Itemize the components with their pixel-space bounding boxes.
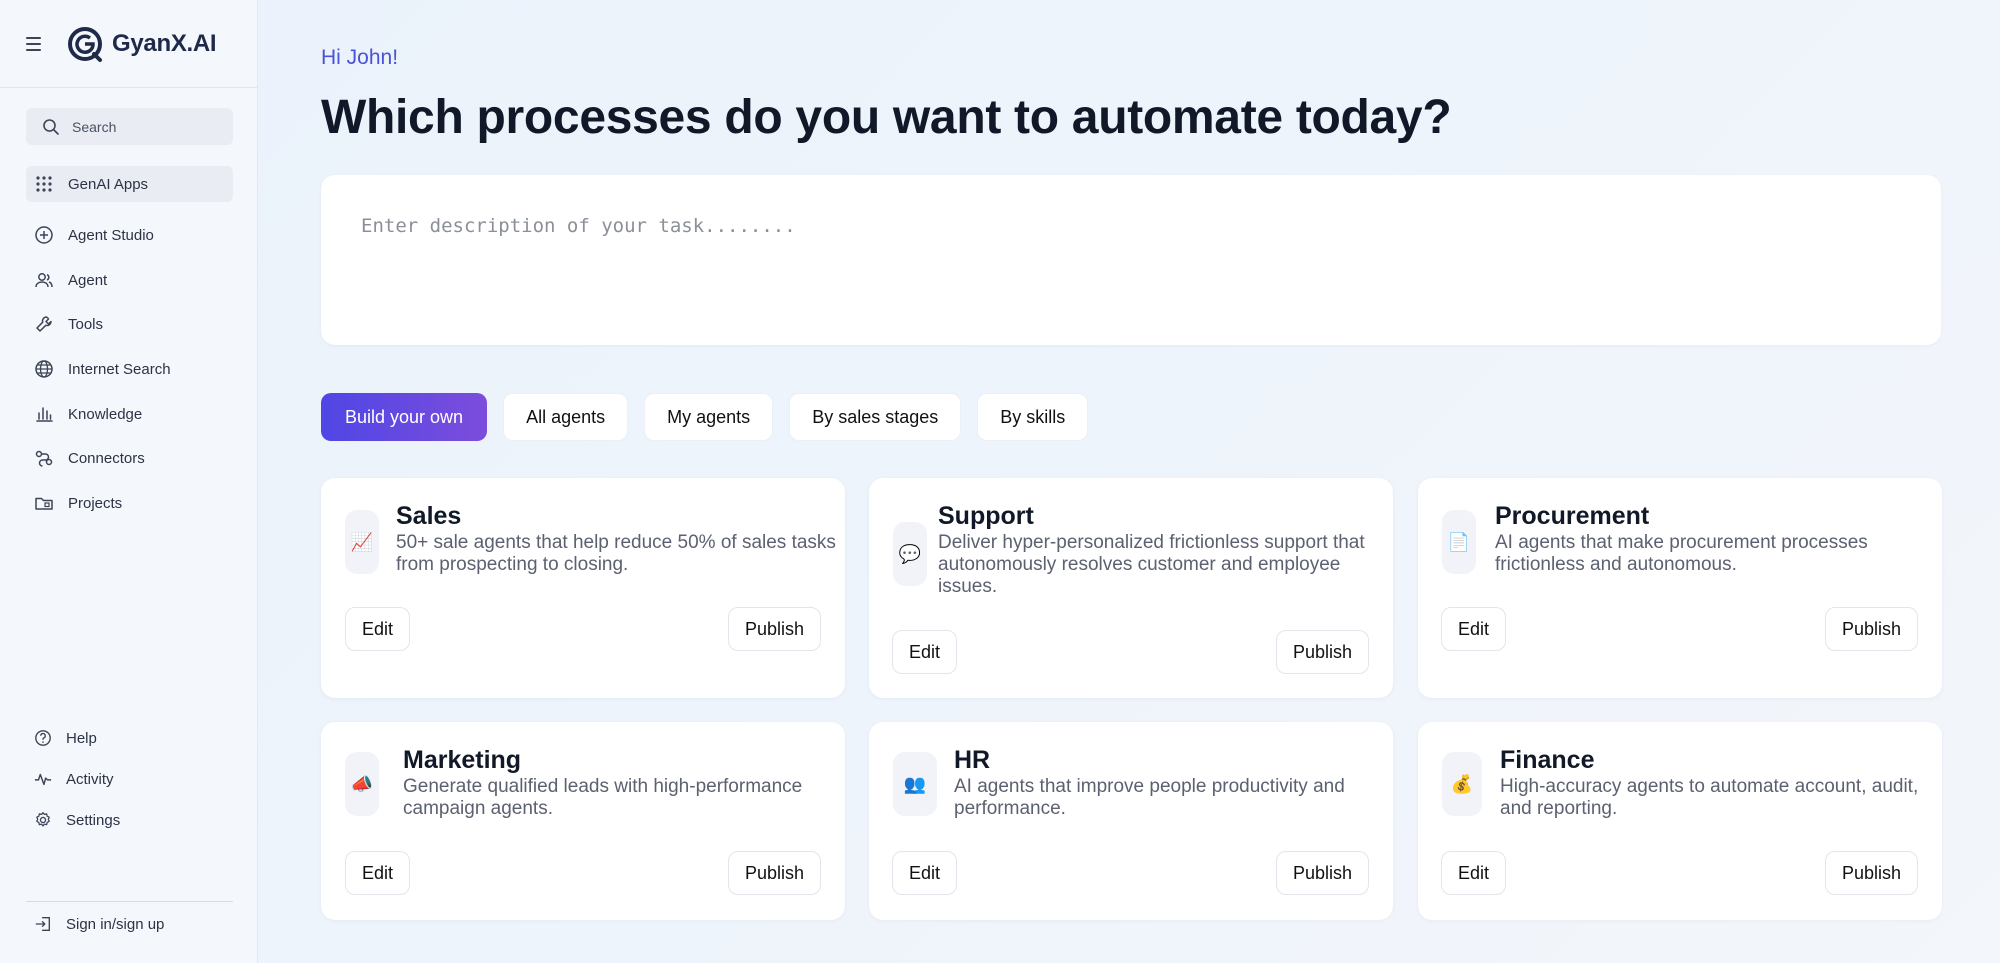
publish-button[interactable]: Publish xyxy=(1275,630,1369,674)
sidebar-header: GyanX.AI xyxy=(0,0,257,88)
search-icon xyxy=(43,118,59,135)
agent-card-hr[interactable]: 👥 HR AI agents that improve people produ… xyxy=(869,722,1393,920)
publish-button[interactable]: Publish xyxy=(1824,607,1918,651)
edit-button[interactable]: Edit xyxy=(345,607,411,651)
filter-my-agents[interactable]: My agents xyxy=(644,393,774,441)
sign-in-button[interactable]: Sign in/sign up xyxy=(26,906,233,942)
hamburger-menu-icon[interactable] xyxy=(26,34,46,54)
sidebar-item-label: Activity xyxy=(66,770,114,788)
filter-by-sales-stages[interactable]: By sales stages xyxy=(789,393,962,441)
filter-by-skills[interactable]: By skills xyxy=(977,393,1089,441)
megaphone-icon: 📣 xyxy=(345,752,379,816)
task-description-input[interactable] xyxy=(321,175,1941,345)
sidebar-item-label: Help xyxy=(66,729,97,747)
sidebar-item-connectors[interactable]: Connectors xyxy=(26,440,233,476)
sidebar-item-label: Connectors xyxy=(68,449,145,467)
agent-card-sales[interactable]: 📈 Sales 50+ sale agents that help reduce… xyxy=(321,478,845,698)
sidebar-item-label: Agent xyxy=(68,271,108,289)
sidebar-item-label: Internet Search xyxy=(68,360,171,378)
filter-all-agents[interactable]: All agents xyxy=(503,393,629,441)
document-icon: 📄 xyxy=(1442,510,1476,574)
sidebar-item-label: GenAI Apps xyxy=(68,175,149,193)
sidebar: GyanX.AI Search GenAI Apps Agent Studio … xyxy=(0,0,258,963)
card-title: Finance xyxy=(1500,746,1595,774)
money-bag-icon: 💰 xyxy=(1442,752,1482,816)
card-description: AI agents that make procurement processe… xyxy=(1495,532,1868,575)
agent-card-finance[interactable]: 💰 Finance High-accuracy agents to automa… xyxy=(1418,722,1942,920)
card-description: 50+ sale agents that help reduce 50% of … xyxy=(396,532,836,575)
agent-card-procurement[interactable]: 📄 Procurement AI agents that make procur… xyxy=(1418,478,1942,698)
people-icon: 👥 xyxy=(893,752,937,816)
card-title: Sales xyxy=(396,502,462,530)
greeting: Hi John! xyxy=(321,46,399,69)
agent-card-support[interactable]: 💬 Support Deliver hyper-personalized fri… xyxy=(869,478,1393,698)
users-icon xyxy=(35,273,53,288)
connectors-icon xyxy=(35,450,53,467)
card-title: HR xyxy=(954,746,991,774)
sidebar-divider xyxy=(26,901,233,902)
sidebar-item-label: Agent Studio xyxy=(68,226,154,244)
sign-in-icon xyxy=(35,917,50,931)
brand-name: GyanX.AI xyxy=(112,29,217,57)
edit-button[interactable]: Edit xyxy=(345,851,411,895)
publish-button[interactable]: Publish xyxy=(727,851,821,895)
edit-button[interactable]: Edit xyxy=(1441,607,1507,651)
card-title: Marketing xyxy=(403,746,522,774)
sidebar-item-settings[interactable]: Settings xyxy=(26,802,233,838)
sidebar-item-agent[interactable]: Agent xyxy=(26,262,233,298)
sidebar-item-label: Settings xyxy=(66,811,121,829)
search-label: Search xyxy=(72,118,117,135)
sidebar-item-label: Projects xyxy=(68,494,123,512)
sidebar-item-activity[interactable]: Activity xyxy=(26,761,233,797)
plus-circle-icon xyxy=(35,226,53,244)
card-description: Generate qualified leads with high-perfo… xyxy=(403,776,803,819)
sidebar-item-knowledge[interactable]: Knowledge xyxy=(26,396,233,432)
task-description-box xyxy=(321,175,1941,345)
build-your-own-button[interactable]: Build your own xyxy=(321,393,488,441)
card-description: High-accuracy agents to automate account… xyxy=(1500,776,1919,819)
grid-icon xyxy=(36,176,52,192)
sidebar-item-internet-search[interactable]: Internet Search xyxy=(26,351,233,387)
folder-icon xyxy=(35,497,53,510)
page-title: Which processes do you want to automate … xyxy=(321,91,1452,144)
publish-button[interactable]: Publish xyxy=(1824,851,1918,895)
card-description: Deliver hyper-personalized frictionless … xyxy=(938,532,1365,597)
sidebar-item-genai-apps[interactable]: GenAI Apps xyxy=(26,166,233,202)
chat-bubble-icon: 💬 xyxy=(893,522,927,586)
sidebar-item-label: Knowledge xyxy=(68,405,143,423)
chart-up-icon: 📈 xyxy=(345,510,379,574)
sidebar-item-agent-studio[interactable]: Agent Studio xyxy=(26,217,233,253)
gear-icon xyxy=(36,811,50,827)
card-title: Support xyxy=(938,502,1034,530)
edit-button[interactable]: Edit xyxy=(892,851,958,895)
bar-chart-icon xyxy=(36,407,53,422)
activity-icon xyxy=(34,773,52,786)
sidebar-item-help[interactable]: Help xyxy=(26,720,233,756)
help-icon xyxy=(35,730,51,746)
sidebar-item-label: Tools xyxy=(68,315,104,333)
globe-icon xyxy=(35,360,53,378)
card-title: Procurement xyxy=(1495,502,1650,530)
edit-button[interactable]: Edit xyxy=(1441,851,1507,895)
agent-card-marketing[interactable]: 📣 Marketing Generate qualified leads wit… xyxy=(321,722,845,920)
card-description: AI agents that improve people productivi… xyxy=(954,776,1345,819)
sidebar-item-tools[interactable]: Tools xyxy=(26,306,233,342)
publish-button[interactable]: Publish xyxy=(1275,851,1369,895)
sign-in-label: Sign in/sign up xyxy=(66,915,165,933)
logo[interactable]: GyanX.AI xyxy=(66,24,217,64)
edit-button[interactable]: Edit xyxy=(892,630,958,674)
sidebar-item-projects[interactable]: Projects xyxy=(26,485,233,521)
logo-mark-icon xyxy=(68,26,102,62)
filter-bar: Build your own All agents My agents By s… xyxy=(321,393,1089,441)
sidebar-search[interactable]: Search xyxy=(26,108,233,145)
publish-button[interactable]: Publish xyxy=(727,607,821,651)
wrench-icon xyxy=(36,316,52,332)
